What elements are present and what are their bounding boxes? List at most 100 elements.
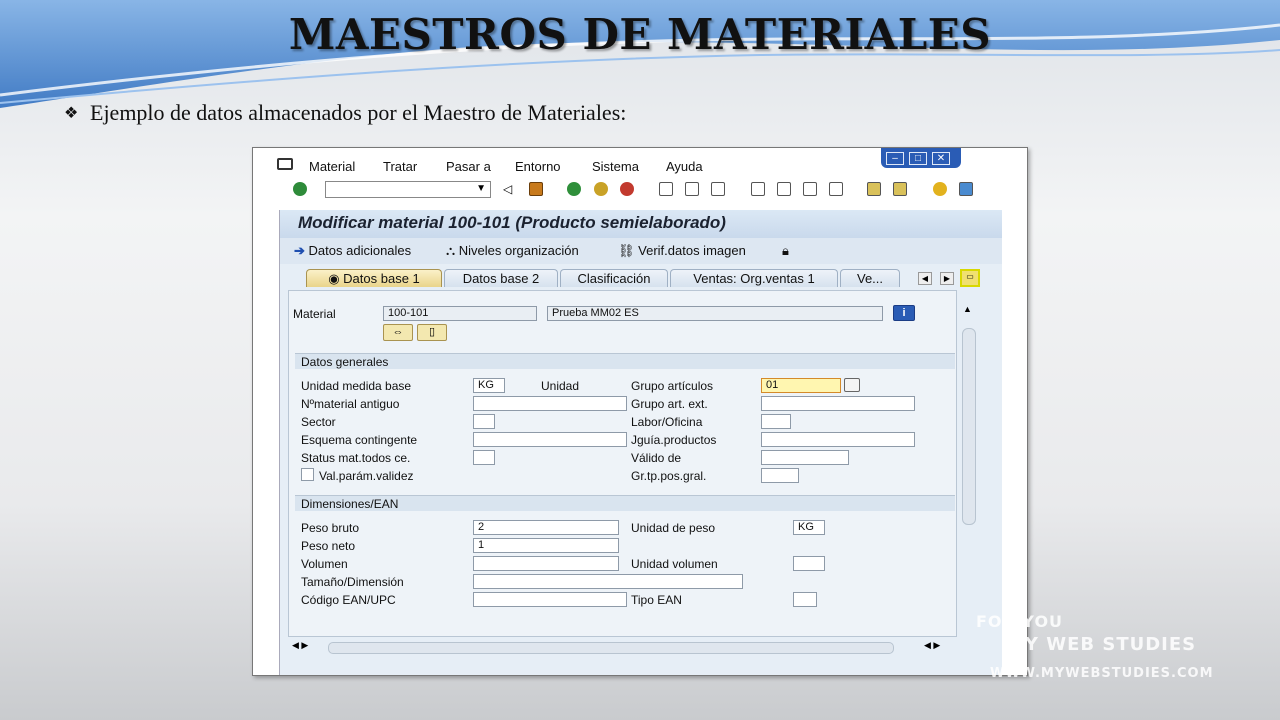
scroll-up-icon[interactable]: ▲ — [963, 304, 972, 314]
datos-adicionales-label: Datos adicionales — [308, 243, 412, 258]
tab-clasificacion[interactable]: Clasificación — [560, 269, 668, 287]
layout-menu-icon[interactable] — [959, 182, 973, 196]
material-number-field: 100-101 — [383, 306, 537, 321]
grupo-art-ext-field[interactable] — [761, 396, 915, 411]
material-description-field[interactable]: Prueba MM02 ES — [547, 306, 883, 321]
volumen-label: Volumen — [301, 557, 348, 571]
menu-sistema[interactable]: Sistema — [592, 159, 639, 174]
nmaterial-antiguo-field[interactable] — [473, 396, 627, 411]
unidad-peso-field[interactable]: KG — [793, 520, 825, 535]
jguia-productos-field[interactable] — [761, 432, 915, 447]
back-triangle-icon[interactable]: ◁ — [503, 182, 517, 196]
cancel-icon[interactable] — [620, 182, 634, 196]
arrow-right-icon: ➔ — [294, 243, 305, 258]
minimize-icon[interactable]: – — [886, 152, 904, 165]
find-icon[interactable] — [685, 182, 699, 196]
chevron-down-icon[interactable]: ▼ — [476, 183, 486, 194]
tamano-dimension-field[interactable] — [473, 574, 743, 589]
status-mat-field[interactable] — [473, 450, 495, 465]
screen-title: Modificar material 100-101 (Producto sem… — [298, 213, 726, 232]
grupo-art-ext-label: Grupo art. ext. — [631, 397, 708, 411]
screen-area: Modificar material 100-101 (Producto sem… — [279, 210, 1002, 675]
unidad-volumen-label: Unidad volumen — [631, 557, 718, 571]
tab-scroll-right-icon[interactable]: ▶ — [940, 272, 954, 285]
exit-menu-icon[interactable] — [277, 158, 293, 170]
maximize-icon[interactable]: □ — [909, 152, 927, 165]
menu-tratar[interactable]: Tratar — [383, 159, 417, 174]
menu-material[interactable]: Material — [309, 159, 355, 174]
tab-list-icon[interactable]: ▭ — [960, 269, 980, 287]
command-field[interactable]: ▼ — [325, 181, 491, 198]
volumen-field[interactable] — [473, 556, 619, 571]
back-icon[interactable] — [567, 182, 581, 196]
find-next-icon[interactable] — [711, 182, 725, 196]
application-toolbar: ➔ Datos adicionales ⛬ Niveles organizaci… — [280, 238, 1002, 264]
enter-check-icon[interactable] — [293, 182, 307, 196]
verif-datos-imagen-button[interactable]: ⛓ Verif.datos imagen — [618, 243, 746, 259]
print-icon[interactable] — [659, 182, 673, 196]
val-param-checkbox[interactable] — [301, 468, 314, 481]
shortcut-icon[interactable] — [893, 182, 907, 196]
sector-field[interactable] — [473, 414, 495, 429]
gr-tp-pos-gral-field[interactable] — [761, 468, 799, 483]
peso-bruto-field[interactable]: 2 — [473, 520, 619, 535]
esquema-contingente-label: Esquema contingente — [301, 433, 418, 447]
tamano-dimension-label: Tamaño/Dimensión — [301, 575, 404, 589]
unidad-text: Unidad — [541, 379, 580, 393]
gr-tp-pos-gral-label: Gr.tp.pos.gral. — [631, 469, 707, 483]
check-data-icon: ⛓ — [618, 243, 635, 258]
tab-scroll-left-icon[interactable]: ◀ — [918, 272, 932, 285]
new-session-icon[interactable] — [867, 182, 881, 196]
tipo-ean-field[interactable] — [793, 592, 817, 607]
scroll-right-icon[interactable]: ◀ ▶ — [924, 640, 940, 651]
codigo-ean-field[interactable] — [473, 592, 627, 607]
menu-ayuda[interactable]: Ayuda — [666, 159, 703, 174]
tab-ventas-org-ventas-1[interactable]: Ventas: Org.ventas 1 — [670, 269, 838, 287]
previous-page-icon[interactable] — [777, 182, 791, 196]
valido-de-field[interactable] — [761, 450, 849, 465]
labor-oficina-field[interactable] — [761, 414, 791, 429]
watermark-line3: WWW.MYWEBSTUDIES.COM — [990, 666, 1214, 681]
niveles-organizacion-button[interactable]: ⛬ Niveles organización — [446, 243, 579, 259]
peso-neto-field[interactable]: 1 — [473, 538, 619, 553]
grupo-articulos-field[interactable]: 01 — [761, 378, 841, 393]
search-help-icon[interactable] — [844, 378, 860, 392]
info-icon[interactable]: i — [893, 305, 915, 321]
org-tree-icon: ⛬ — [446, 243, 456, 258]
watermark-line1: FOR YOU — [976, 612, 1064, 631]
datos-generales-header: Datos generales — [295, 353, 955, 369]
close-icon[interactable]: ✕ — [932, 152, 950, 165]
vertical-scrollbar[interactable]: ▲ — [960, 290, 976, 635]
tab-datos-base-1[interactable]: ◉ Datos base 1 — [306, 269, 442, 287]
scroll-left-icon[interactable]: ◀ ▶ — [292, 640, 308, 651]
jguia-productos-label: Jguía.productos — [631, 433, 717, 447]
save-icon[interactable] — [529, 182, 543, 196]
tab-label: Datos base 2 — [462, 271, 540, 286]
exit-icon[interactable] — [594, 182, 608, 196]
last-page-icon[interactable] — [829, 182, 843, 196]
labor-oficina-label: Labor/Oficina — [631, 415, 703, 429]
horizontal-scrollbar[interactable]: ◀ ▶ ◀ ▶ — [288, 640, 955, 654]
horizontal-scrollbar-thumb[interactable] — [328, 642, 894, 654]
status-mat-label: Status mat.todos ce. — [301, 451, 411, 465]
help-icon[interactable] — [933, 182, 947, 196]
unidad-medida-base-field[interactable]: KG — [473, 378, 505, 393]
lock-icon[interactable]: 🔒︎ — [782, 243, 789, 259]
next-page-icon[interactable] — [803, 182, 817, 196]
scrollbar-thumb[interactable] — [962, 328, 976, 525]
menu-entorno[interactable]: Entorno — [515, 159, 561, 174]
codigo-ean-label: Código EAN/UPC — [301, 593, 396, 607]
grupo-articulos-label: Grupo artículos — [631, 379, 714, 393]
esquema-contingente-field[interactable] — [473, 432, 627, 447]
unidad-volumen-field[interactable] — [793, 556, 825, 571]
material-data-panel: Material 100-101 Prueba MM02 ES i ⇔ ▯ Da… — [288, 290, 957, 637]
first-page-icon[interactable] — [751, 182, 765, 196]
datos-adicionales-button[interactable]: ➔ Datos adicionales — [294, 243, 411, 259]
sector-label: Sector — [301, 415, 336, 429]
additional-data-icon[interactable]: ⇔ — [383, 324, 413, 341]
tab-more[interactable]: Ve... — [840, 269, 900, 287]
menu-pasar-a[interactable]: Pasar a — [446, 159, 491, 174]
long-text-icon[interactable]: ▯ — [417, 324, 447, 341]
tab-datos-base-2[interactable]: Datos base 2 — [444, 269, 558, 287]
niveles-label: Niveles organización — [458, 243, 579, 258]
